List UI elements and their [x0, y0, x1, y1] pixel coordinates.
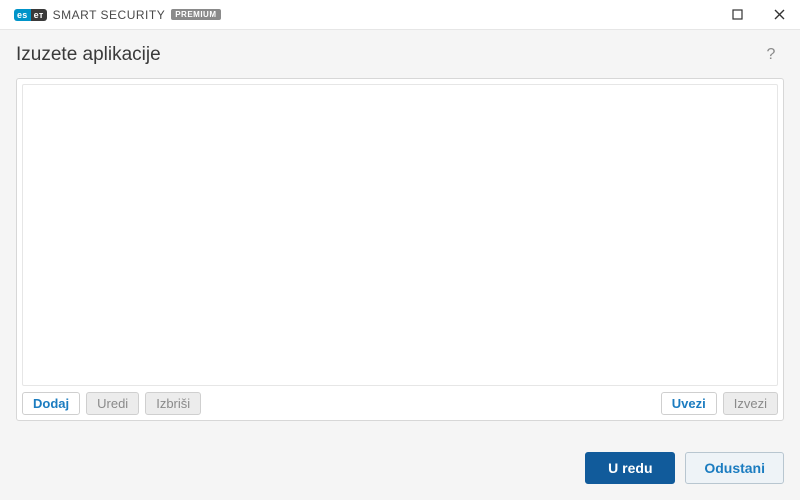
help-icon: ?: [767, 46, 776, 64]
app-brand: es eт SMART SECURITY PREMIUM: [14, 8, 221, 22]
maximize-button[interactable]: [716, 0, 758, 29]
edit-button[interactable]: Uredi: [86, 392, 139, 415]
dialog-window: es eт SMART SECURITY PREMIUM Izuzete apl…: [0, 0, 800, 500]
panel-toolbar: Dodaj Uredi Izbriši Uvezi Izvezi: [22, 386, 778, 415]
brand-product: SMART SECURITY: [53, 8, 166, 22]
dialog-content: Izuzete aplikacije ? Dodaj Uredi Izbriši…: [0, 30, 800, 436]
page-title: Izuzete aplikacije: [16, 44, 161, 66]
maximize-icon: [732, 9, 743, 20]
import-button[interactable]: Uvezi: [661, 392, 717, 415]
window-controls: [716, 0, 800, 29]
brand-logo-left: es: [14, 9, 31, 21]
help-button[interactable]: ?: [760, 44, 782, 66]
excluded-apps-panel: Dodaj Uredi Izbriši Uvezi Izvezi: [16, 78, 784, 421]
header-row: Izuzete aplikacije ?: [16, 44, 784, 66]
cancel-button[interactable]: Odustani: [685, 452, 784, 484]
brand-logo-right: eт: [31, 9, 47, 21]
add-button[interactable]: Dodaj: [22, 392, 80, 415]
toolbar-spacer: [207, 392, 655, 415]
excluded-apps-list[interactable]: [22, 84, 778, 386]
export-button[interactable]: Izvezi: [723, 392, 778, 415]
close-icon: [774, 9, 785, 20]
title-bar: es eт SMART SECURITY PREMIUM: [0, 0, 800, 30]
brand-tier: PREMIUM: [171, 9, 220, 20]
dialog-footer: U redu Odustani: [0, 436, 800, 500]
delete-button[interactable]: Izbriši: [145, 392, 201, 415]
ok-button[interactable]: U redu: [585, 452, 675, 484]
brand-logo: es eт: [14, 9, 47, 21]
close-button[interactable]: [758, 0, 800, 29]
